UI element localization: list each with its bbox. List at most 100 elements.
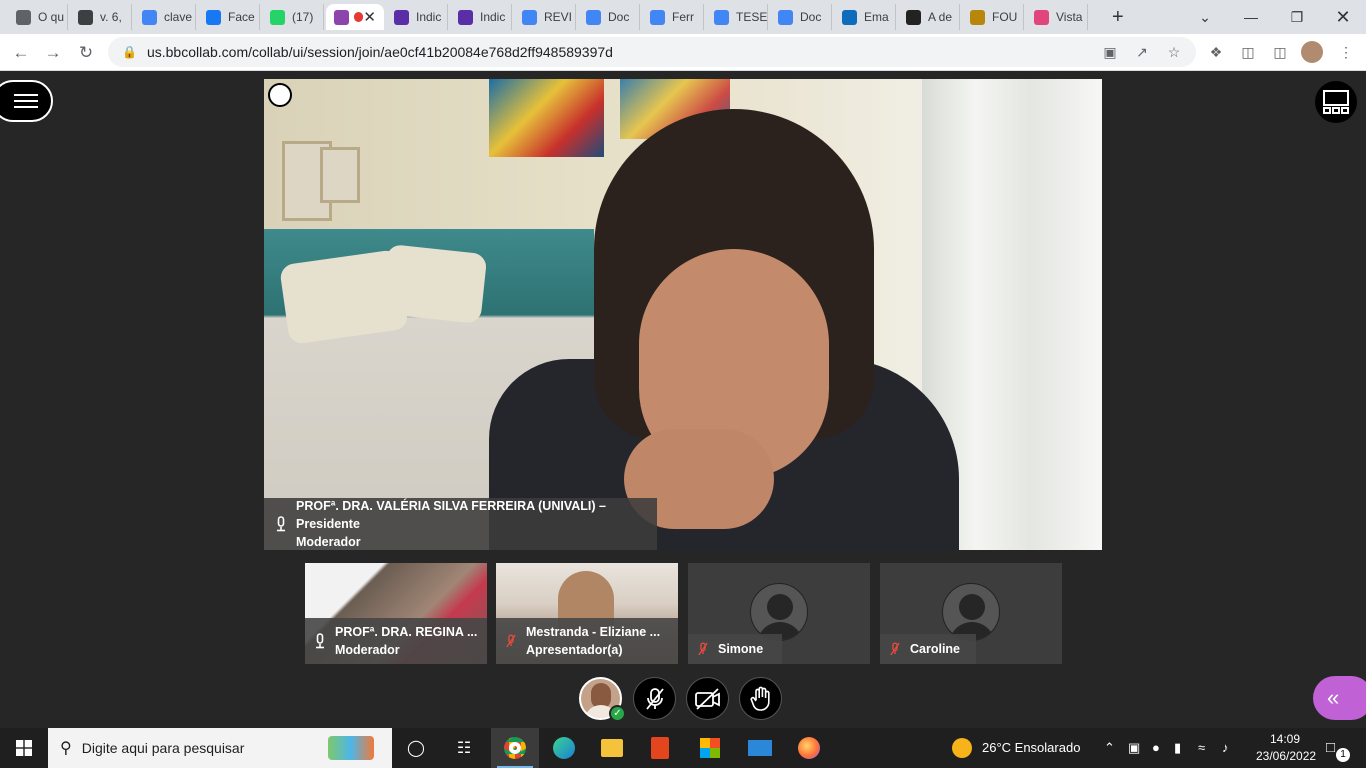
restore-icon[interactable]: ❐	[1274, 0, 1320, 34]
browser-tab[interactable]: Ferr	[642, 4, 704, 30]
camera-icon[interactable]: ▣	[1100, 42, 1120, 62]
browser-tab[interactable]: Doc	[770, 4, 832, 30]
browser-tab[interactable]: TESE	[706, 4, 768, 30]
participant-tile[interactable]: Simone	[688, 563, 870, 664]
participant-caption: Mestranda - Eliziane ... Apresentador(a)	[496, 618, 678, 664]
muted-microphone-icon	[645, 687, 664, 710]
close-tab-icon[interactable]: ✕	[363, 8, 376, 26]
notification-count-badge: 1	[1336, 748, 1350, 762]
notifications-icon[interactable]: □	[1326, 739, 1335, 756]
tab-title: clave	[164, 10, 193, 24]
tab-search-icon[interactable]: ⌄	[1182, 0, 1228, 34]
collaborate-icon	[334, 9, 349, 25]
open-collaborate-panel-button[interactable]: «	[1313, 676, 1366, 720]
meet-now-icon[interactable]: ▣	[1128, 740, 1140, 756]
minimize-icon[interactable]: —	[1228, 0, 1274, 34]
browser-tab[interactable]: FOU	[962, 4, 1024, 30]
browser-tab[interactable]: O qu	[8, 4, 68, 30]
camera-toggle-button[interactable]	[686, 677, 729, 720]
more-menu-icon[interactable]: ⋮	[1336, 42, 1356, 62]
volume-icon[interactable]: ♪	[1222, 740, 1229, 755]
chrome-taskbar-icon[interactable]	[491, 728, 539, 768]
firefox-icon[interactable]	[785, 728, 833, 768]
close-window-icon[interactable]: ✕	[1320, 0, 1366, 34]
raise-hand-button[interactable]	[739, 677, 782, 720]
extensions-icon[interactable]: ❖	[1206, 42, 1226, 62]
open-menu-button[interactable]	[0, 80, 53, 122]
browser-tab[interactable]: Indic	[386, 4, 448, 30]
browser-tab[interactable]: Ema	[834, 4, 896, 30]
microsoft-store-icon[interactable]	[686, 728, 734, 768]
side-panel-icon[interactable]: ◫	[1270, 42, 1290, 62]
default-avatar-icon	[750, 583, 808, 641]
main-video[interactable]: PROFª. DRA. VALÉRIA SILVA FERREIRA (UNIV…	[264, 79, 1102, 550]
widgets-icon[interactable]: ☷	[440, 728, 488, 768]
outlook-icon	[842, 9, 857, 25]
tab-title: Doc	[608, 10, 630, 24]
speaker-role: Moderador	[296, 535, 361, 549]
forward-icon[interactable]: →	[40, 40, 66, 66]
participant-tile[interactable]: Mestranda - Eliziane ... Apresentador(a)	[496, 563, 678, 664]
participant-tile[interactable]: Caroline	[880, 563, 1062, 664]
profile-avatar[interactable]	[1301, 41, 1323, 63]
tab-title: Vista	[1056, 10, 1083, 24]
office-icon[interactable]	[636, 728, 684, 768]
participant-name: Mestranda - Eliziane ...	[526, 625, 661, 639]
mail-icon[interactable]	[736, 728, 784, 768]
newspaper-icon	[906, 9, 921, 25]
muted-microphone-icon	[698, 641, 708, 657]
browser-tab[interactable]: A de	[898, 4, 960, 30]
bookmark-star-icon[interactable]: ☆	[1164, 42, 1184, 62]
microphone-toggle-button[interactable]	[633, 677, 676, 720]
back-icon[interactable]: ←	[8, 40, 34, 66]
browser-tab[interactable]: Face	[198, 4, 260, 30]
new-tab-button[interactable]: +	[1104, 4, 1134, 30]
browser-tab[interactable]: Doc	[578, 4, 640, 30]
browser-tab[interactable]: clave	[134, 4, 196, 30]
browser-tab[interactable]: Vista	[1026, 4, 1088, 30]
windows-start-icon[interactable]	[0, 728, 48, 768]
microphone-tray-icon[interactable]: ●	[1152, 740, 1160, 755]
speaker-name: PROFª. DRA. VALÉRIA SILVA FERREIRA (UNIV…	[296, 499, 606, 531]
participant-caption: Simone	[688, 634, 782, 664]
tab-title: Doc	[800, 10, 822, 24]
taskbar-search-box[interactable]: ⚲ Digite aqui para pesquisar	[48, 728, 392, 768]
edge-icon[interactable]	[540, 728, 588, 768]
reload-icon[interactable]: ↻	[73, 40, 99, 66]
participant-name: PROFª. DRA. REGINA ...	[335, 625, 478, 639]
docs-icon	[586, 9, 601, 25]
task-view-icon[interactable]: ◯	[392, 728, 440, 768]
tab-title: REVI	[544, 10, 573, 24]
docs-icon	[522, 9, 537, 25]
browser-tab[interactable]: (17)	[262, 4, 324, 30]
main-video-caption: PROFª. DRA. VALÉRIA SILVA FERREIRA (UNIV…	[264, 498, 657, 550]
search-icon: ⚲	[60, 740, 72, 757]
share-icon[interactable]: ↗	[1132, 42, 1152, 62]
tab-title: v. 6,	[100, 10, 122, 24]
weather-text[interactable]: 26°C Ensolarado	[982, 740, 1080, 755]
browser-tab[interactable]: v. 6,	[70, 4, 132, 30]
layout-toggle-button[interactable]	[1315, 81, 1357, 123]
battery-icon[interactable]: ▮	[1174, 740, 1181, 756]
browser-toolbar: ← → ↻ 🔒 us.bbcollab.com/collab/ui/sessio…	[0, 34, 1366, 71]
hand-icon	[750, 686, 770, 711]
browser-tab[interactable]: REVI	[514, 4, 576, 30]
browser-tab[interactable]: Indic	[450, 4, 512, 30]
browser-tab[interactable]: ✕	[326, 4, 384, 30]
participant-caption: Caroline	[880, 634, 976, 664]
weather-sun-icon[interactable]	[952, 738, 972, 758]
wifi-icon[interactable]: ≈	[1198, 740, 1205, 755]
participant-tile[interactable]: PROFª. DRA. REGINA ... Moderador	[305, 563, 487, 664]
url-text[interactable]: us.bbcollab.com/collab/ui/session/join/a…	[147, 44, 613, 60]
chrome-icon	[16, 9, 31, 25]
status-check-icon: ✓	[609, 705, 626, 722]
file-explorer-icon[interactable]	[588, 728, 636, 768]
pkp-icon	[78, 9, 93, 25]
microphone-icon	[315, 633, 325, 649]
google-icon	[142, 9, 157, 25]
tab-title: O qu	[38, 10, 65, 24]
tray-expand-icon[interactable]: ⌃	[1104, 740, 1115, 756]
cast-icon[interactable]: ◫	[1238, 42, 1258, 62]
address-bar[interactable]: 🔒 us.bbcollab.com/collab/ui/session/join…	[108, 37, 1196, 67]
clock[interactable]: 14:09 23/06/2022	[1256, 731, 1316, 765]
